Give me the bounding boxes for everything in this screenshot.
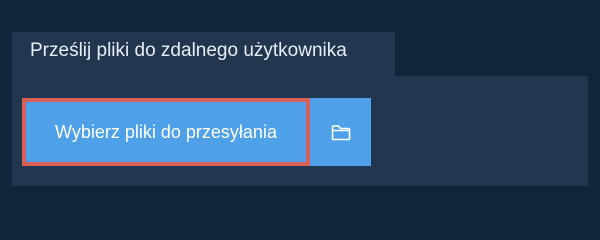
upload-tab-label: Prześlij pliki do zdalnego użytkownika — [30, 40, 347, 61]
choose-files-button[interactable]: Wybierz pliki do przesyłania — [22, 98, 310, 166]
browse-folder-button[interactable] — [310, 98, 371, 166]
folder-icon — [331, 124, 351, 141]
upload-tab[interactable]: Prześlij pliki do zdalnego użytkownika — [12, 32, 395, 76]
choose-files-label: Wybierz pliki do przesyłania — [55, 122, 277, 142]
